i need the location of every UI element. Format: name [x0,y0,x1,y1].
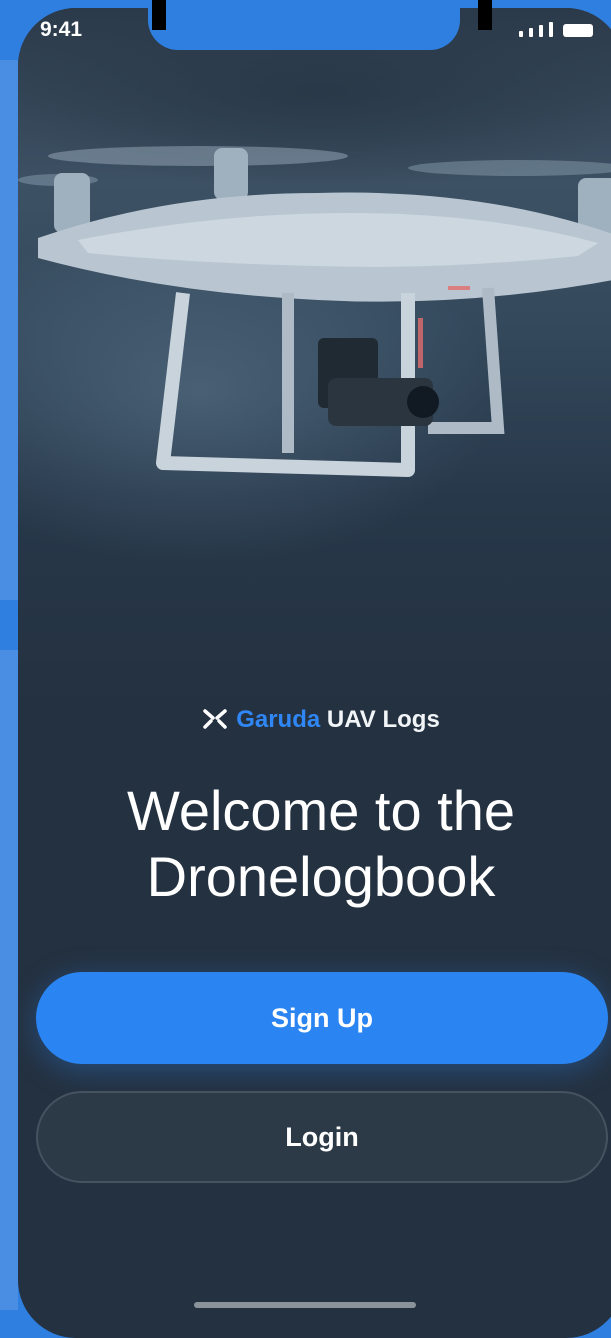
signal-icon [519,31,523,37]
background-panel [0,650,18,1310]
signal-icon [529,28,533,37]
signal-icon [539,25,543,37]
home-indicator[interactable] [194,1302,416,1308]
brand-accent: Garuda [236,706,321,733]
battery-icon [563,24,593,37]
welcome-line-1: Welcome to the [126,779,516,842]
notch-edge [478,0,492,30]
drone-illustration [18,146,611,477]
x-logo-icon [203,709,227,729]
welcome-title: Welcome to the Dronelogbook [18,778,611,910]
brand-rest: UAV Logs [326,706,440,733]
notch-edge [152,0,166,30]
sign-up-button[interactable]: Sign Up [36,972,608,1064]
status-icons [519,22,593,37]
brand-logo: Garuda UAV Logs [18,706,611,734]
background-panel [0,60,18,600]
notch [148,0,460,50]
welcome-line-2: Dronelogbook [146,845,496,909]
status-time: 9:41 [40,18,83,41]
signal-icon [549,22,553,37]
login-button[interactable]: Login [36,1091,608,1183]
phone-screen: Garuda UAV Logs Welcome to the Dronelogb… [18,8,611,1338]
drone-hero-image [18,8,611,708]
